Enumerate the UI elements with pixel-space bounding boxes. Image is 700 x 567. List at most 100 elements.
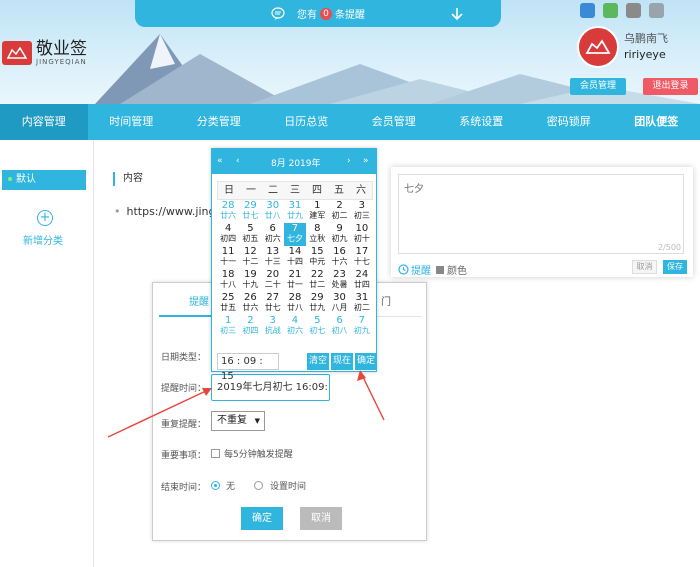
- calendar-day[interactable]: 3 抗战: [262, 315, 284, 338]
- nav-category-management[interactable]: 分类管理: [175, 104, 263, 140]
- day-number: 25: [221, 292, 235, 303]
- lunar-date: 建军: [309, 211, 326, 220]
- calendar-day[interactable]: 1 建军: [306, 200, 328, 223]
- lunar-date: 廿四: [353, 280, 370, 289]
- calendar-day[interactable]: 4 初六: [284, 315, 306, 338]
- calendar-day[interactable]: 7 初九: [351, 315, 373, 338]
- nav-calendar-overview[interactable]: 日历总览: [263, 104, 351, 140]
- nav-password-lock[interactable]: 密码锁屏: [525, 104, 613, 140]
- day-number: 10: [355, 223, 369, 234]
- calendar-day[interactable]: 21 廿一: [284, 269, 306, 292]
- time-input[interactable]: 16 : 09 : 15: [217, 353, 279, 382]
- android-icon[interactable]: [649, 3, 664, 18]
- logout-button[interactable]: 退出登录: [643, 78, 698, 95]
- calendar-day[interactable]: 29 廿七: [239, 200, 261, 223]
- calendar-day[interactable]: 3 初三: [351, 200, 373, 223]
- apple-icon[interactable]: [626, 3, 641, 18]
- next-year-icon[interactable]: »: [363, 156, 369, 166]
- calendar-day[interactable]: 2 初四: [239, 315, 261, 338]
- nav-member-management[interactable]: 会员管理: [350, 104, 438, 140]
- lunar-date: 廿六: [220, 211, 237, 220]
- day-number: 19: [244, 269, 257, 280]
- calendar-day[interactable]: 25 廿五: [217, 292, 239, 315]
- nav-time-management[interactable]: 时间管理: [88, 104, 176, 140]
- calendar-day[interactable]: 28 廿八: [284, 292, 306, 315]
- calendar-day[interactable]: 4 初四: [217, 223, 239, 246]
- dialog-ok-button[interactable]: 确定: [241, 507, 283, 530]
- calendar-day[interactable]: 23 处暑: [328, 269, 350, 292]
- prev-month-icon[interactable]: ‹: [236, 156, 240, 166]
- color-picker[interactable]: 颜色: [436, 262, 467, 277]
- calendar-day[interactable]: 16 十六: [328, 246, 350, 269]
- calendar-day[interactable]: 2 初二: [328, 200, 350, 223]
- calendar-day-selected[interactable]: 7 七夕: [283, 223, 307, 246]
- now-button[interactable]: 现在: [331, 353, 353, 370]
- nav-system-settings[interactable]: 系统设置: [438, 104, 526, 140]
- calendar-day[interactable]: 8 立秋: [306, 223, 328, 246]
- note-editor: 2/500 提醒 颜色 取消 保存: [391, 167, 693, 277]
- clear-button[interactable]: 清空: [307, 353, 329, 370]
- remind-toggle[interactable]: 提醒: [398, 262, 431, 277]
- calendar-day[interactable]: 26 廿六: [239, 292, 261, 315]
- add-category-button[interactable]: + 新增分类: [22, 210, 68, 247]
- calendar-day[interactable]: 15 中元: [306, 246, 328, 269]
- end-none-radio[interactable]: [211, 481, 220, 490]
- calendar-day[interactable]: 20 二十: [262, 269, 284, 292]
- calendar-day[interactable]: 1 初三: [217, 315, 239, 338]
- calendar-rows: 28 廿六 29 廿七 30 廿八 31 廿九 1 建军 2 初二 3 初三 4 初四 5 初五 6 初六 7 七夕 8 立秋…: [217, 200, 373, 338]
- calendar-day[interactable]: 19 十九: [239, 269, 261, 292]
- calendar-day[interactable]: 14 十四: [284, 246, 306, 269]
- calendar-day[interactable]: 27 廿七: [262, 292, 284, 315]
- lunar-date: 二十: [264, 280, 281, 289]
- notice-bar[interactable]: 您有 0 条提醒: [135, 0, 501, 27]
- nav-content-management[interactable]: 内容管理: [0, 104, 88, 140]
- calendar-day[interactable]: 17 十七: [351, 246, 373, 269]
- end-set-radio[interactable]: [254, 481, 263, 490]
- calendar-day[interactable]: 13 十三: [262, 246, 284, 269]
- end-none-label: 无: [226, 482, 236, 492]
- lunar-date: 初九: [331, 234, 348, 243]
- editor-save-button[interactable]: 保存: [663, 260, 687, 274]
- prev-year-icon[interactable]: «: [217, 156, 223, 166]
- calendar-day[interactable]: 11 十一: [217, 246, 239, 269]
- calendar-day[interactable]: 22 廿二: [306, 269, 328, 292]
- calendar-day[interactable]: 28 廿六: [217, 200, 239, 223]
- calendar-day[interactable]: 31 初二: [351, 292, 373, 315]
- calendar-day[interactable]: 5 初五: [239, 223, 261, 246]
- editor-cancel-button[interactable]: 取消: [632, 260, 657, 274]
- day-number: 22: [310, 269, 324, 280]
- calendar-day[interactable]: 6 初六: [262, 223, 284, 246]
- calendar-day[interactable]: 29 廿九: [306, 292, 328, 315]
- tab-other[interactable]: 门: [381, 293, 391, 308]
- calendar-day[interactable]: 9 初九: [328, 223, 350, 246]
- logo[interactable]: 敬业签 JINGYEQIAN: [2, 40, 87, 66]
- calendar-day[interactable]: 10 初十: [351, 223, 373, 246]
- calendar-day[interactable]: 24 廿四: [351, 269, 373, 292]
- member-management-button[interactable]: 会员管理: [570, 78, 626, 95]
- lunar-date: 廿九: [286, 211, 303, 220]
- calendar-grid: 日 一 二 三 四 五 六 28 廿六 29 廿七 30 廿八 31 廿九 1 建军 2 初二 3 初三 4…: [217, 181, 373, 338]
- important-checkbox[interactable]: [211, 449, 220, 458]
- lunar-date: 初六: [286, 326, 303, 335]
- note-textarea[interactable]: [398, 174, 684, 254]
- next-month-icon[interactable]: ›: [347, 156, 351, 166]
- calendar-day[interactable]: 30 八月: [328, 292, 350, 315]
- calendar-day[interactable]: 6 初八: [328, 315, 350, 338]
- calendar-day[interactable]: 30 廿八: [262, 200, 284, 223]
- confirm-button[interactable]: 确定: [355, 353, 377, 370]
- calendar-day[interactable]: 12 十二: [239, 246, 261, 269]
- calendar-day[interactable]: 18 十八: [217, 269, 239, 292]
- windows-icon[interactable]: [603, 3, 618, 18]
- dialog-cancel-button[interactable]: 取消: [300, 507, 342, 530]
- calendar-day[interactable]: 31 廿九: [284, 200, 306, 223]
- calendar-week-row: 11 十一 12 十二 13 十三 14 十四 15 中元 16 十六 17 十七: [217, 246, 373, 269]
- avatar[interactable]: [577, 26, 619, 68]
- repeat-select[interactable]: 不重复 ▼: [211, 411, 265, 431]
- calendar-day[interactable]: 5 初七: [306, 315, 328, 338]
- nav-team-notes[interactable]: 团队便签: [613, 104, 700, 140]
- lunar-date: 中元: [309, 257, 326, 266]
- tab-remind[interactable]: 提醒: [189, 293, 209, 308]
- download-arrow-icon[interactable]: [451, 7, 463, 21]
- sidebar-item-default[interactable]: 默认: [2, 170, 86, 190]
- ie-icon[interactable]: [580, 3, 595, 18]
